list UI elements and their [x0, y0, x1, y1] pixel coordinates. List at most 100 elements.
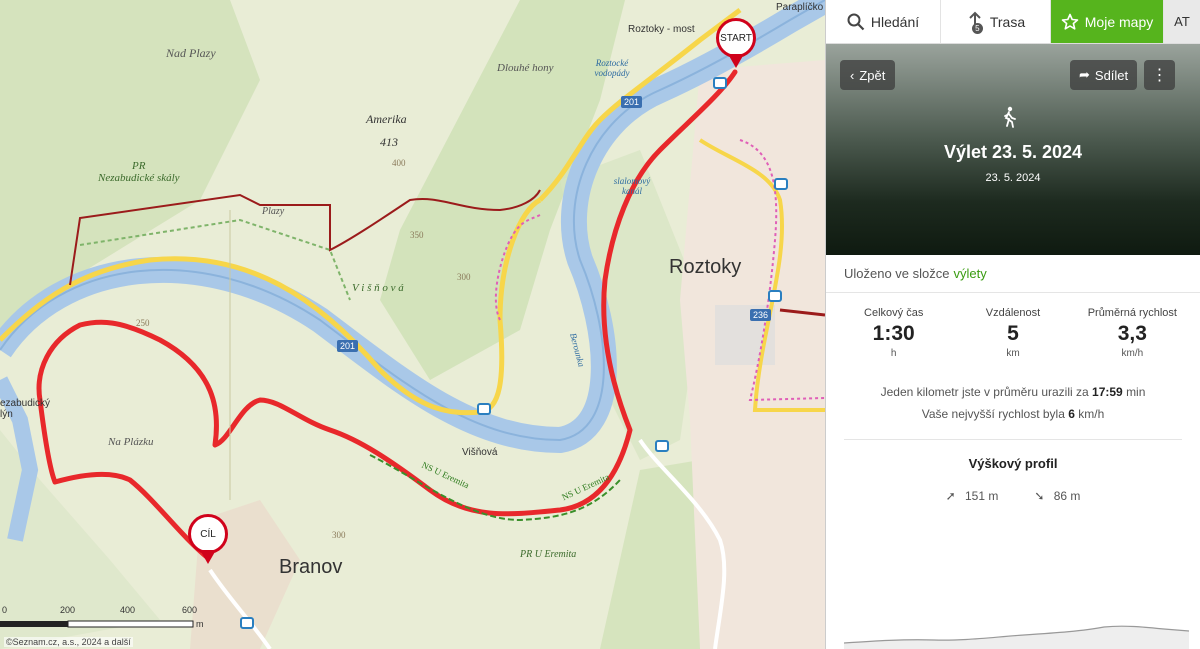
trip-date: 23. 5. 2024	[985, 172, 1041, 184]
scale-600: 600	[182, 605, 198, 615]
max-speed-value: 6	[1068, 407, 1075, 421]
label-visnova: Višňová	[462, 447, 498, 458]
bus-stop-icon[interactable]	[240, 617, 254, 629]
folder-prefix: Uloženo ve složce	[844, 266, 950, 281]
divider	[844, 439, 1182, 440]
arrow-up-right-icon: ➚	[945, 489, 956, 503]
route-icon: 5	[966, 11, 984, 34]
my-maps-tab[interactable]: Moje mapy	[1051, 0, 1164, 43]
road-201-badge-a: 201	[621, 96, 643, 108]
pace-value: 17:59	[1092, 385, 1123, 399]
label-roztoky-most: Roztoky - most	[628, 24, 695, 35]
label-plazy: Plazy	[262, 206, 285, 217]
road-236-badge: 236	[750, 309, 772, 321]
pace-prefix: Jeden kilometr jste v průměru urazili za	[880, 385, 1089, 399]
top-navigation: Hledání 5 Trasa Moje mapy AT	[826, 0, 1200, 44]
label-dlouhe-hony: Dlouhé hony	[497, 62, 554, 74]
label-nezabudicky-mlyn: ezabudický lýn	[0, 398, 51, 420]
town-branov: Branov	[279, 556, 343, 578]
finish-marker[interactable]: CÍL	[188, 514, 228, 566]
stat-total-time: Celkový čas 1:30 h	[834, 307, 953, 359]
pace-line: Jeden kilometr jste v průměru urazili za…	[826, 381, 1200, 403]
saved-folder-info: Uloženo ve složce výlety	[826, 255, 1200, 293]
route-badge: 5	[971, 22, 983, 34]
label-amerika-altitude: 413	[380, 135, 398, 149]
stat-unit: km/h	[1121, 348, 1144, 359]
stat-distance: Vzdálenost 5 km	[953, 307, 1072, 359]
search-icon	[847, 13, 865, 30]
max-speed-line: Vaše nejvyšší rychlost byla 6 km/h	[826, 403, 1200, 425]
label-alt-350: 350	[410, 230, 424, 240]
map-scale: 0 200 400 600 m	[0, 605, 210, 635]
label-alt-250: 250	[136, 318, 150, 328]
descent-value: 86 m	[1053, 489, 1081, 503]
marker-pin-icon	[728, 54, 744, 68]
side-panel: Hledání 5 Trasa Moje mapy AT ‹ Zpět ➦ Sd…	[825, 0, 1200, 649]
route-tab-label: Trasa	[989, 13, 1026, 30]
label-na-plazku: Na Plázku	[108, 436, 154, 448]
trip-header: ‹ Zpět ➦ Sdílet ⋮ Výlet 23. 5. 2024 23. …	[826, 44, 1200, 255]
elevation-profile-title: Výškový profil	[968, 456, 1058, 471]
elevation-summary: ➚ 151 m ➘ 86 m	[826, 489, 1200, 503]
bus-stop-icon[interactable]	[768, 290, 782, 302]
start-marker[interactable]: START	[716, 18, 756, 70]
route-tab[interactable]: 5 Trasa	[941, 0, 1051, 43]
stat-value: 3,3	[1117, 322, 1147, 345]
star-icon	[1061, 13, 1079, 30]
share-button-label: Sdílet	[1094, 67, 1129, 83]
stat-label: Vzdálenost	[985, 307, 1041, 319]
trip-title: Výlet 23. 5. 2024	[943, 142, 1083, 162]
back-button[interactable]: ‹ Zpět	[840, 60, 896, 90]
map-canvas	[0, 0, 825, 649]
road-201-badge-b: 201	[337, 340, 359, 352]
max-speed-prefix: Vaše nejvyšší rychlost byla	[921, 407, 1065, 421]
label-alt-400: 400	[392, 158, 406, 168]
town-roztoky: Roztoky	[669, 256, 742, 278]
map-view[interactable]: Nad Plazy Dlouhé hony Amerika 413 PR Nez…	[0, 0, 825, 649]
label-paraplicko: Paraplíčko	[776, 2, 824, 13]
walking-icon	[1004, 106, 1016, 128]
share-icon: ➦	[1079, 67, 1090, 82]
back-button-label: Zpět	[859, 67, 886, 83]
stat-value: 1:30	[872, 322, 915, 345]
label-nad-plazy: Nad Plazy	[166, 46, 216, 60]
scale-200: 200	[60, 605, 76, 615]
trip-stats: Celkový čas 1:30 h Vzdálenost 5 km Průmě…	[826, 293, 1200, 359]
pace-info: Jeden kilometr jste v průměru urazili za…	[826, 381, 1200, 425]
elevation-profile-graph[interactable]	[844, 619, 1189, 649]
label-pr-nezabudicke: PR Nezabudické skály	[98, 160, 180, 184]
search-tab-label: Hledání	[870, 13, 920, 30]
label-visnova-area: V i š ň o v á	[352, 282, 404, 294]
folder-link[interactable]: výlety	[954, 266, 987, 281]
map-copyright[interactable]: ©Seznam.cz, a.s., 2024 a další	[4, 637, 133, 647]
finish-marker-label: CÍL	[188, 514, 228, 554]
stat-value: 5	[1007, 322, 1019, 345]
stat-label: Průměrná rychlost	[1087, 307, 1177, 319]
start-marker-label: START	[716, 18, 756, 58]
share-button[interactable]: ➦ Sdílet	[1070, 60, 1138, 90]
stat-average-speed: Průměrná rychlost 3,3 km/h	[1073, 307, 1192, 359]
user-avatar[interactable]: AT	[1164, 0, 1200, 43]
scale-0: 0	[2, 605, 8, 615]
bus-stop-icon[interactable]	[655, 440, 669, 452]
search-tab[interactable]: Hledání	[826, 0, 941, 43]
more-options-button[interactable]: ⋮	[1144, 60, 1175, 90]
label-alt-300b: 300	[332, 530, 346, 540]
arrow-down-right-icon: ➘	[1034, 489, 1045, 503]
label-slalomovy-kanal: slalomový kanál	[613, 176, 651, 196]
scale-400: 400	[120, 605, 136, 615]
descent: ➘ 86 m	[1034, 489, 1080, 503]
bus-stop-icon[interactable]	[477, 403, 491, 415]
bus-stop-icon[interactable]	[713, 77, 727, 89]
ascent-value: 151 m	[964, 489, 999, 503]
stat-unit: km	[1006, 348, 1020, 359]
chevron-left-icon: ‹	[850, 67, 855, 83]
vertical-dots-icon: ⋮	[1151, 67, 1168, 84]
scale-unit: m	[196, 619, 204, 629]
bus-stop-icon[interactable]	[774, 178, 788, 190]
my-maps-tab-label: Moje mapy	[1084, 13, 1154, 30]
label-alt-300: 300	[457, 272, 471, 282]
stat-label: Celkový čas	[864, 307, 924, 319]
label-amerika: Amerika	[366, 112, 407, 126]
marker-pin-icon	[200, 550, 216, 564]
